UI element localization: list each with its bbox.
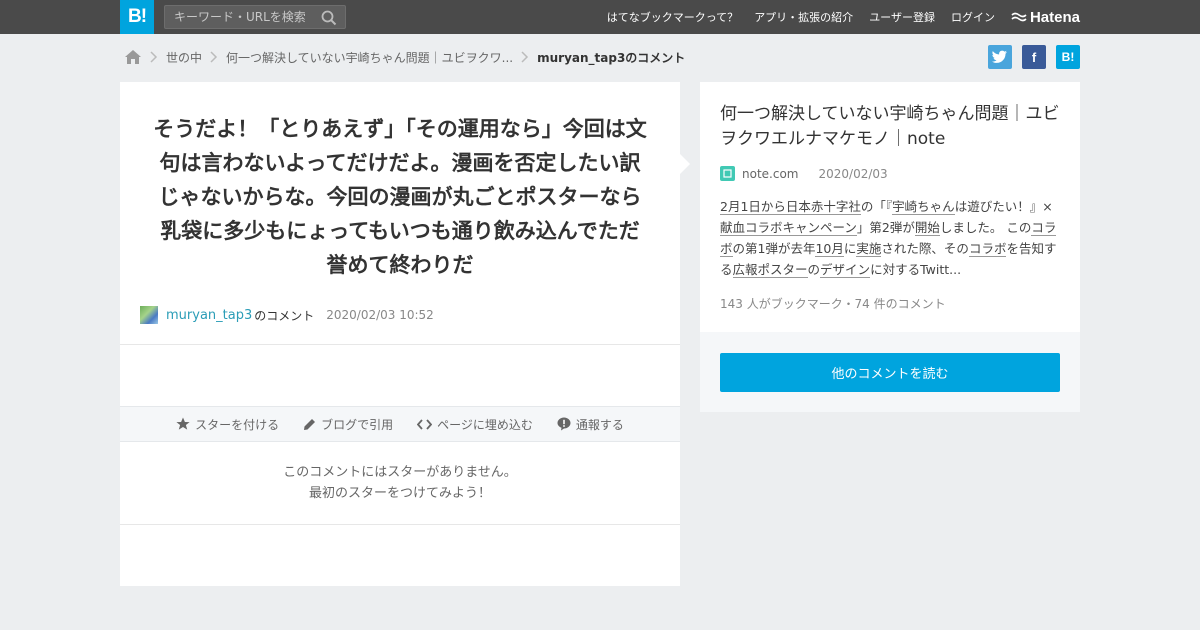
nav-about[interactable]: はてなブックマークって？ — [607, 9, 738, 25]
pencil-icon — [304, 418, 316, 430]
comment-suffix: のコメント — [254, 308, 315, 323]
embed-button[interactable]: ページに埋め込む — [417, 416, 533, 433]
summary-text: は遊びたい！』× — [954, 199, 1053, 214]
chevron-right-icon — [150, 51, 158, 63]
summary-text: の「『 — [860, 199, 893, 214]
code-icon — [417, 418, 433, 430]
add-star-button[interactable]: スターを付ける — [176, 416, 279, 433]
breadcrumb-current: muryan_tap3のコメント — [537, 50, 686, 65]
card-pointer — [680, 154, 690, 174]
summary-text: の第1弾が去年 — [732, 241, 816, 256]
comment-text: そうだよ！「とりあえず」「その運用なら」今回は文句は言わないよってだけだよ。漫画… — [153, 117, 647, 277]
summary-keyword-link[interactable]: デザイン — [820, 262, 871, 278]
no-stars-line2: 最初のスターをつけてみよう！ — [308, 486, 491, 501]
search-input[interactable] — [165, 6, 315, 28]
summary-keyword-link[interactable]: コラボ — [968, 241, 1007, 257]
report-label: 通報する — [575, 417, 624, 432]
entry-meta: note.com 2020/02/03 — [720, 166, 888, 181]
summary-text: 」第2弾が — [856, 220, 915, 235]
hatena-brand[interactable]: Hatena — [1011, 9, 1080, 26]
read-other-comments-button[interactable]: 他のコメントを読む — [720, 353, 1060, 392]
entry-date: 2020/02/03 — [818, 166, 888, 181]
no-stars-message: このコメントにはスターがありません。 最初のスターをつけてみよう！ — [120, 462, 680, 504]
blog-quote-label: ブログで引用 — [321, 417, 394, 432]
breadcrumb: 世の中 何一つ解決していない宇崎ちゃん問題｜ユビヲクワ... muryan_ta… — [124, 46, 685, 68]
comment-meta: muryan_tap3 のコメント 2020/02/03 10:52 — [140, 306, 434, 324]
exclamation-bubble-icon — [557, 417, 571, 431]
summary-keyword-link[interactable]: 広報ポスター — [732, 262, 808, 278]
avatar[interactable] — [140, 306, 158, 324]
comment-card: そうだよ！「とりあえず」「その運用なら」今回は文句は言わないよってだけだよ。漫画… — [120, 82, 690, 586]
chevron-right-icon — [521, 51, 529, 63]
entry-footer: 他のコメントを読む — [700, 332, 1080, 412]
nav-register[interactable]: ユーザー登録 — [869, 9, 935, 25]
summary-text: の — [807, 262, 821, 277]
summary-keyword-link[interactable]: 献血 — [720, 220, 746, 236]
breadcrumb-entry[interactable]: 何一つ解決していない宇崎ちゃん問題｜ユビヲクワ... — [226, 49, 513, 66]
summary-keyword-link[interactable]: 10月 — [815, 241, 844, 257]
hatena-wave-icon — [1011, 12, 1027, 22]
no-stars-line1: このコメントにはスターがありません。 — [283, 465, 517, 480]
entry-card: 何一つ解決していない宇崎ちゃん問題｜ユビヲクワエルナマケモノ｜note note… — [700, 82, 1080, 332]
nav-login[interactable]: ログイン — [951, 9, 995, 25]
top-bar: B! はてなブックマークって？ アプリ・拡張の紹介 ユーザー登録 ログイン Ha… — [0, 0, 1200, 34]
divider — [120, 344, 680, 345]
entry-stats[interactable]: 143 人がブックマーク・74 件のコメント — [720, 295, 946, 312]
summary-text: に対するTwitt... — [870, 262, 962, 277]
report-button[interactable]: 通報する — [557, 416, 624, 433]
summary-keyword-link[interactable]: コラボキャンペーン — [745, 220, 857, 236]
nav-apps[interactable]: アプリ・拡張の紹介 — [754, 9, 853, 25]
entry-summary: 2月1日から日本赤十字社の「『宇崎ちゃんは遊びたい！』× 献血コラボキャンペーン」… — [720, 196, 1060, 280]
add-star-label: スターを付ける — [195, 417, 280, 432]
breadcrumb-category[interactable]: 世の中 — [166, 49, 202, 66]
summary-keyword-link[interactable]: 宇崎ちゃん — [892, 199, 955, 215]
divider — [120, 524, 680, 525]
chevron-right-icon — [210, 51, 218, 63]
entry-domain-link[interactable]: note.com — [742, 167, 798, 181]
twitter-icon — [992, 50, 1007, 63]
summary-text: しました。 この — [939, 220, 1032, 235]
star-icon — [176, 417, 190, 430]
top-nav: はてなブックマークって？ アプリ・拡張の紹介 ユーザー登録 ログイン Haten… — [591, 0, 1080, 34]
summary-text: された際、その — [881, 241, 969, 256]
share-buttons: f B! — [978, 45, 1080, 69]
hatena-bookmark-logo[interactable]: B! — [120, 0, 154, 34]
hatena-brand-label: Hatena — [1029, 8, 1080, 26]
entry-title-link[interactable]: 何一つ解決していない宇崎ちゃん問題｜ユビヲクワエルナマケモノ｜note — [720, 102, 1064, 152]
search-box — [164, 5, 346, 29]
twitter-share-button[interactable] — [988, 45, 1012, 69]
username-link[interactable]: muryan_tap3 — [166, 308, 252, 323]
comment-date: 2020/02/03 10:52 — [326, 308, 434, 322]
blog-quote-button[interactable]: ブログで引用 — [303, 416, 393, 433]
facebook-share-button[interactable]: f — [1022, 45, 1046, 69]
summary-text: に — [843, 241, 857, 256]
summary-keyword-link[interactable]: 開始 — [914, 220, 940, 236]
home-icon[interactable] — [124, 49, 142, 65]
comment-actions: スターを付ける ブログで引用 ページに埋め込む 通報する — [120, 406, 680, 442]
summary-keyword-link[interactable]: 実施 — [856, 241, 882, 257]
embed-label: ページに埋め込む — [437, 417, 533, 432]
search-icon[interactable] — [321, 10, 337, 26]
hatena-bookmark-button[interactable]: B! — [1056, 45, 1080, 69]
summary-keyword-link[interactable]: 2月1日から日本赤十字社 — [720, 199, 861, 215]
note-favicon-icon — [720, 166, 735, 181]
